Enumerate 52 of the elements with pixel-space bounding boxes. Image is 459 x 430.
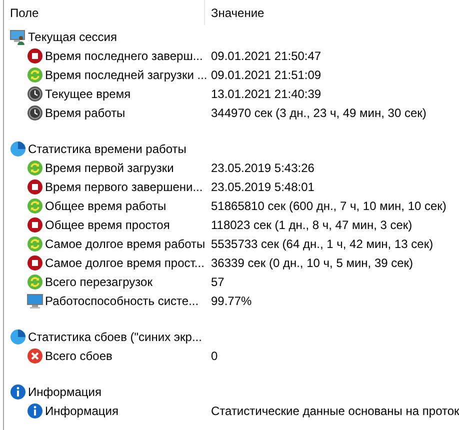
- field-name[interactable]: Время последней загрузки ...: [45, 68, 208, 82]
- clock-icon: [27, 86, 43, 102]
- stop-icon: [27, 48, 43, 64]
- field-name[interactable]: Время последнего заверш...: [45, 48, 203, 62]
- pie-chart-icon: [10, 328, 26, 344]
- field-name[interactable]: Работоспособность систе...: [45, 294, 199, 308]
- error-icon: [27, 348, 43, 364]
- group-label[interactable]: Информация: [28, 384, 102, 398]
- stop-icon: [27, 216, 43, 232]
- field-name[interactable]: Общее время простоя: [45, 218, 170, 232]
- group-label[interactable]: Статистика сбоев ("синих экр...: [28, 330, 202, 344]
- field-name[interactable]: Текущее время: [45, 86, 131, 100]
- field-value: 118023 сек (1 дн., 8 ч, 47 мин, 3 сек): [211, 218, 412, 232]
- field-value: 13.01.2021 21:40:39: [211, 86, 322, 100]
- monitor-icon: [27, 292, 43, 308]
- refresh-icon: [27, 160, 43, 176]
- field-value: 51865810 сек (600 дн., 7 ч, 10 мин, 10 сек): [211, 198, 446, 212]
- clock-icon: [27, 104, 43, 120]
- field-value: 23.05.2019 5:43:26: [211, 160, 314, 174]
- field-value: 344970 сек (3 дн., 23 ч, 49 мин, 30 сек): [211, 106, 426, 120]
- field-name[interactable]: Время первой загрузки: [45, 160, 174, 174]
- stop-icon: [27, 178, 43, 194]
- stop-icon: [27, 254, 43, 270]
- refresh-icon: [27, 198, 43, 214]
- field-name[interactable]: Всего перезагрузок: [45, 274, 152, 288]
- field-name[interactable]: Самое долгое время работы: [45, 236, 206, 250]
- field-value: 09.01.2021 21:50:47: [211, 48, 322, 62]
- field-name[interactable]: Время работы: [45, 106, 126, 120]
- field-value: 5535733 сек (64 дн., 1 ч, 42 мин, 13 сек): [211, 236, 434, 250]
- field-name[interactable]: Общее время работы: [45, 198, 166, 212]
- refresh-icon: [27, 274, 43, 290]
- pie-chart-icon: [10, 140, 26, 156]
- monitor-user-icon: [10, 28, 26, 44]
- refresh-icon: [27, 236, 43, 252]
- column-header[interactable]: Значение: [205, 0, 459, 25]
- info-icon: [10, 384, 26, 400]
- field-value: 0: [211, 348, 218, 362]
- refresh-icon: [27, 66, 43, 82]
- group-label[interactable]: Статистика времени работы: [28, 142, 186, 156]
- field-value: Статистические данные основаны на проток: [211, 404, 459, 418]
- field-value: 57: [211, 274, 224, 288]
- field-name[interactable]: Самое долгое время прост...: [45, 256, 204, 270]
- field-name[interactable]: Время первого завершени...: [45, 180, 203, 194]
- info-icon: [27, 402, 43, 418]
- field-name[interactable]: Всего сбоев: [45, 348, 112, 362]
- field-name[interactable]: Информация: [45, 404, 118, 418]
- field-value: 99.77%: [211, 294, 252, 308]
- field-value: 23.05.2019 5:48:01: [211, 180, 314, 194]
- field-value: 09.01.2021 21:51:09: [211, 68, 322, 82]
- column-header[interactable]: Поле: [4, 0, 205, 25]
- group-label[interactable]: Текущая сессия: [28, 30, 117, 44]
- field-value: 36339 сек (0 дн., 10 ч, 5 мин, 39 сек): [211, 256, 414, 270]
